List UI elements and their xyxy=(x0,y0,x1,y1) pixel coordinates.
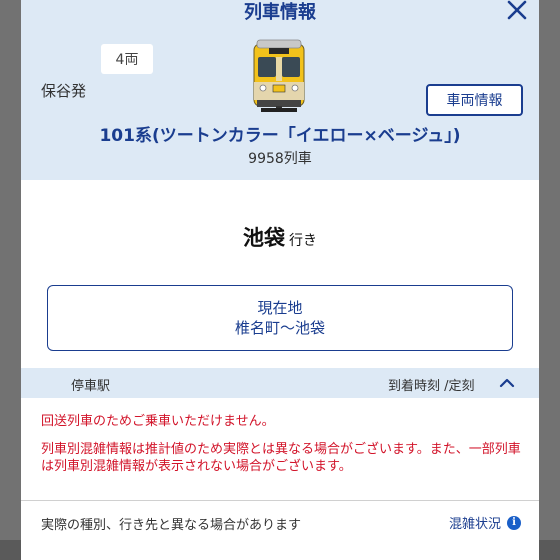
info-icon[interactable]: i xyxy=(507,515,522,530)
congestion-status-link[interactable]: 混雑状況 i xyxy=(449,513,522,532)
congestion-disclaimer: 列車別混雑情報は推計値のため実際とは異なる場合がございます。また、一部列車は列車… xyxy=(41,442,521,474)
origin-station: 保谷発 xyxy=(41,82,87,100)
current-location-button[interactable]: 現在地 椎名町〜池袋 xyxy=(47,285,513,351)
out-of-service-notice: 回送列車のためご乗車いただけません。 xyxy=(41,414,275,429)
close-icon xyxy=(507,0,527,20)
destination-suffix: 行き xyxy=(289,233,317,249)
current-location-label: 現在地 xyxy=(257,299,303,317)
congestion-status-label: 混雑状況 xyxy=(449,517,502,532)
modal-title: 列車情報 xyxy=(244,2,316,23)
stops-table-header: 停車駅 到着時刻 /定刻 xyxy=(21,368,539,398)
current-location-value: 椎名町〜池袋 xyxy=(234,319,325,337)
chevron-up-icon[interactable] xyxy=(497,373,517,393)
train-info-modal: 列車情報 4両 保谷発 車両情報 101系(ツートンカラー「イエロー×ベージュ」… xyxy=(21,0,539,560)
destination-name: 池袋 xyxy=(243,226,285,250)
column-header-station: 停車駅 xyxy=(71,379,111,394)
footer-note: 実際の種別、行き先と異なる場合があります xyxy=(41,518,302,533)
train-model-name: 101系(ツートンカラー「イエロー×ベージュ」) xyxy=(99,126,461,146)
footer-divider xyxy=(21,500,539,501)
vehicle-info-button[interactable]: 車両情報 xyxy=(426,84,523,116)
train-info-header: 列車情報 4両 保谷発 車両情報 101系(ツートンカラー「イエロー×ベージュ」… xyxy=(21,0,539,180)
destination: 池袋 行き xyxy=(21,222,539,252)
close-button[interactable] xyxy=(503,0,531,24)
column-header-arrival-time: 到着時刻 /定刻 xyxy=(388,379,475,394)
train-number: 9958列車 xyxy=(248,151,312,167)
car-count-badge: 4両 xyxy=(101,44,153,74)
train-icon xyxy=(253,39,305,112)
